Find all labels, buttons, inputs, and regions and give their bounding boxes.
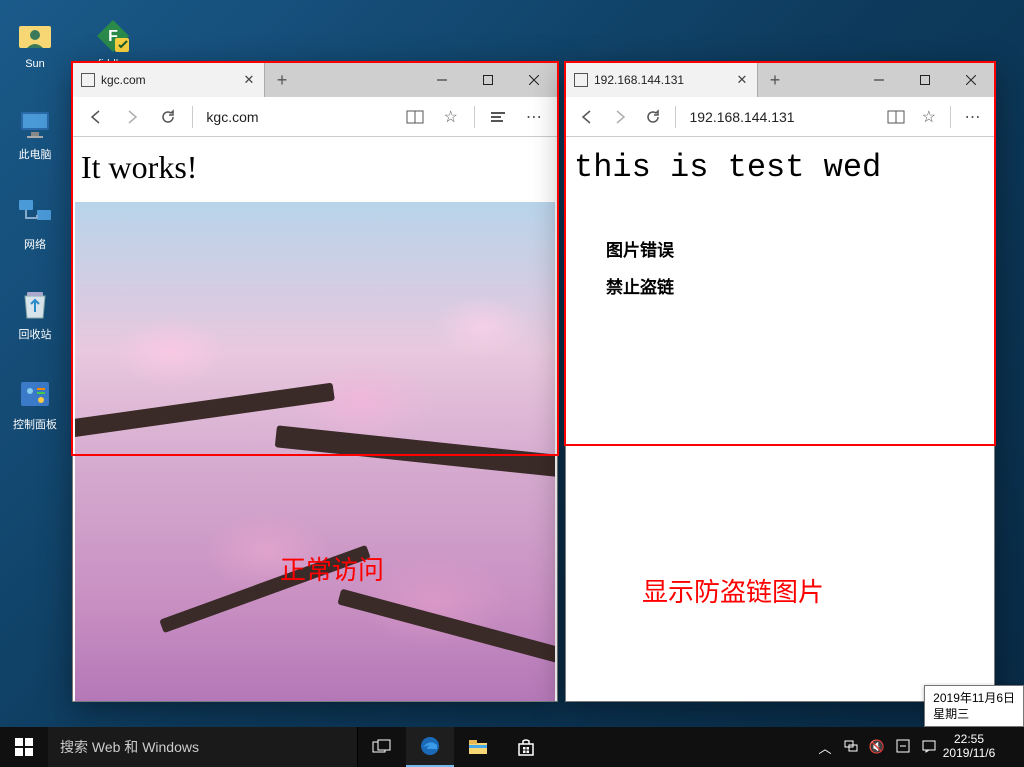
desktop-icon-label: 此电脑 (19, 146, 52, 162)
desktop-icon-control-panel[interactable]: 控制面板 (0, 365, 70, 440)
taskbar: 搜索 Web 和 Windows ︿ 🔇 22:55 2019/11/6 (0, 727, 1024, 767)
browser-tab[interactable]: kgc.com ✕ (73, 63, 265, 97)
forward-button[interactable] (115, 99, 149, 135)
refresh-button[interactable] (638, 99, 669, 135)
more-icon[interactable]: ⋯ (517, 99, 551, 135)
favorite-icon[interactable]: ☆ (434, 99, 468, 135)
favorite-icon[interactable]: ☆ (913, 99, 944, 135)
back-button[interactable] (572, 99, 603, 135)
page-content: this is test wed 图片错误 禁止盗链 (566, 137, 994, 701)
network-icon (15, 194, 55, 234)
tray-chevron-icon[interactable]: ︿ (816, 738, 834, 757)
address-bar[interactable] (681, 103, 878, 131)
close-button[interactable] (948, 63, 994, 97)
tray-ime-icon[interactable] (894, 739, 912, 756)
tab-title: 192.168.144.131 (594, 73, 735, 87)
reading-view-icon[interactable] (397, 99, 431, 135)
page-icon (574, 73, 588, 87)
close-button[interactable] (511, 63, 557, 97)
minimize-button[interactable] (419, 63, 465, 97)
taskbar-clock[interactable]: 22:55 2019/11/6 (942, 727, 996, 767)
tooltip-date: 2019年11月6日 (933, 690, 1015, 706)
desktop-icon-computer[interactable]: 此电脑 (0, 95, 70, 170)
browser-toolbar: ☆ ⋯ (73, 97, 557, 137)
tray-notification-icon[interactable] (920, 739, 938, 756)
show-desktop-button[interactable] (996, 727, 1024, 767)
more-icon[interactable]: ⋯ (957, 99, 988, 135)
page-heading: this is test wed (566, 137, 994, 196)
windows-icon (15, 738, 33, 756)
desktop-icon-network[interactable]: 网络 (0, 185, 70, 260)
clock-tooltip: 2019年11月6日 星期三 (924, 685, 1024, 727)
task-view-button[interactable] (358, 727, 406, 767)
browser-tab[interactable]: 192.168.144.131 ✕ (566, 63, 758, 97)
tray-volume-icon[interactable]: 🔇 (868, 739, 886, 755)
reading-view-icon[interactable] (880, 99, 911, 135)
taskbar-search[interactable]: 搜索 Web 和 Windows (48, 727, 358, 767)
tab-bar: 192.168.144.131 ✕ + (566, 63, 994, 97)
back-button[interactable] (79, 99, 113, 135)
desktop-icons: Sun F fiddler 此电脑 网络 回收站 控制面板 (0, 0, 70, 455)
minimize-button[interactable] (856, 63, 902, 97)
page-content: It works! (73, 137, 557, 701)
hotlink-error-image: 图片错误 禁止盗链 (566, 196, 994, 298)
maximize-button[interactable] (902, 63, 948, 97)
clock-time: 22:55 (942, 733, 996, 747)
browser-toolbar: ☆ ⋯ (566, 97, 994, 137)
tab-close-icon[interactable]: ✕ (735, 72, 749, 88)
error-line1: 图片错误 (606, 236, 954, 261)
recycle-bin-icon (15, 284, 55, 324)
page-image (75, 202, 555, 701)
fiddler-icon: F (93, 16, 133, 56)
clock-date: 2019/11/6 (942, 747, 996, 761)
taskbar-store[interactable] (502, 727, 550, 767)
search-placeholder: 搜索 Web 和 Windows (60, 737, 199, 757)
tooltip-weekday: 星期三 (933, 706, 1015, 722)
desktop-icon-label: 控制面板 (13, 416, 57, 432)
system-tray: ︿ 🔇 (812, 727, 942, 767)
user-folder-icon (15, 16, 55, 56)
tab-title: kgc.com (101, 73, 242, 87)
tab-close-icon[interactable]: ✕ (242, 72, 256, 88)
desktop-icon-recycle[interactable]: 回收站 (0, 275, 70, 350)
desktop-icon-label: Sun (25, 58, 45, 70)
hub-icon[interactable] (481, 99, 515, 135)
tray-network-icon[interactable] (842, 739, 860, 756)
computer-icon (15, 104, 55, 144)
browser-window-left: kgc.com ✕ + ☆ ⋯ It works! (72, 62, 558, 702)
desktop-icon-label: 回收站 (19, 326, 52, 342)
page-icon (81, 73, 95, 87)
maximize-button[interactable] (465, 63, 511, 97)
new-tab-button[interactable]: + (758, 63, 792, 97)
taskbar-explorer[interactable] (454, 727, 502, 767)
forward-button[interactable] (605, 99, 636, 135)
start-button[interactable] (0, 727, 48, 767)
tab-bar: kgc.com ✕ + (73, 63, 557, 97)
address-bar[interactable] (198, 103, 395, 131)
control-panel-icon (15, 374, 55, 414)
page-heading: It works! (73, 137, 557, 196)
desktop-icon-label: 网络 (24, 236, 46, 252)
error-line2: 禁止盗链 (606, 273, 954, 298)
new-tab-button[interactable]: + (265, 63, 299, 97)
refresh-button[interactable] (151, 99, 185, 135)
desktop-icon-user[interactable]: Sun (0, 5, 70, 80)
browser-window-right: 192.168.144.131 ✕ + ☆ ⋯ this is test wed… (565, 62, 995, 702)
taskbar-edge[interactable] (406, 727, 454, 767)
